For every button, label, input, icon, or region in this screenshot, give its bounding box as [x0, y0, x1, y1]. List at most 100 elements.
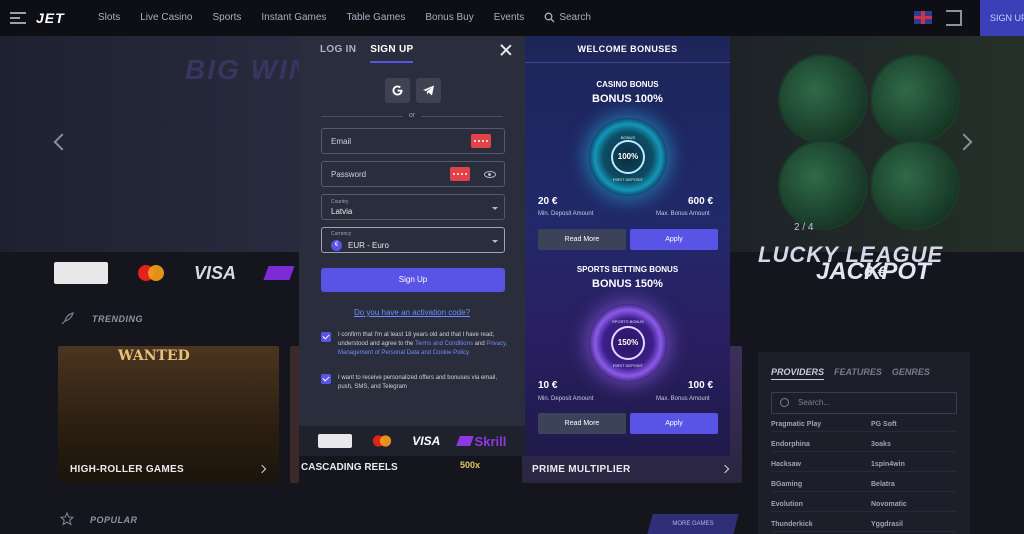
sports-apply-button[interactable]: Apply — [630, 413, 718, 434]
country-select[interactable]: Country Latvia — [321, 194, 505, 220]
nav-item-bonus-buy[interactable]: Bonus Buy — [425, 12, 473, 23]
nav-search-label: Search — [559, 12, 591, 23]
provider-item[interactable]: Novomatic — [871, 498, 957, 512]
provider-item[interactable]: Yggdrasil — [871, 518, 957, 532]
payment-logo — [54, 262, 108, 284]
visa-logo: VISA — [412, 434, 441, 448]
providers-search-input[interactable]: Search... — [771, 392, 957, 414]
site-logo[interactable]: JET — [36, 10, 65, 26]
nav-item-events[interactable]: Events — [494, 12, 525, 23]
hero-prev-arrow-icon[interactable] — [53, 133, 71, 151]
auth-tabs: LOG IN SIGN UP — [320, 44, 414, 63]
provider-item[interactable]: Endorphina — [771, 438, 871, 452]
casino-bonus-headline: BONUS 100% — [592, 93, 663, 105]
more-games-label: MORE GAMES — [672, 521, 714, 527]
more-games-button[interactable]: MORE GAMES — [647, 514, 739, 534]
header-signup-button[interactable]: SIGN UP — [980, 0, 1024, 36]
provider-item[interactable]: Belatra — [871, 478, 957, 492]
password-manager-icon[interactable] — [450, 167, 470, 181]
top-navigation: JET Slots Live Casino Sports Instant Gam… — [0, 0, 1024, 36]
currency-select[interactable]: Currency € EUR - Euro — [321, 227, 505, 253]
eye-icon[interactable] — [484, 171, 496, 178]
menu-icon[interactable] — [10, 12, 26, 24]
tab-providers[interactable]: PROVIDERS — [771, 367, 824, 377]
euro-icon: € — [331, 240, 342, 251]
nav-item-live-casino[interactable]: Live Casino — [140, 12, 192, 23]
google-login-button[interactable] — [385, 78, 410, 103]
chevron-down-icon — [492, 207, 498, 210]
provider-item[interactable]: Thunderkick — [771, 518, 871, 532]
providers-tabs: PROVIDERS FEATURES GENRES — [771, 367, 930, 377]
tab-signup[interactable]: SIGN UP — [370, 44, 414, 63]
provider-item[interactable]: Hacksaw — [771, 458, 871, 472]
nav-item-slots[interactable]: Slots — [98, 12, 120, 23]
game-card-label: CASCADING REELS — [301, 462, 398, 473]
skrill-icon — [455, 436, 474, 446]
email-placeholder: Email — [331, 137, 352, 146]
telegram-login-button[interactable] — [416, 78, 441, 103]
language-flag-icon[interactable] — [914, 11, 932, 24]
age-terms-text: I confirm that I'm at least 18 years old… — [338, 331, 508, 358]
casino-max-bonus-value: 600 € — [688, 196, 714, 207]
sports-max-bonus-value: 100 € — [688, 380, 714, 391]
sports-bonus-title: SPORTS BETTING BONUS — [576, 265, 679, 274]
section-title-trending: TRENDING — [92, 314, 143, 324]
hero-slide-counter: 2 / 4 — [794, 222, 814, 233]
search-icon — [544, 12, 555, 23]
provider-item[interactable]: BGaming — [771, 478, 871, 492]
game-card-art-text: 500x — [460, 460, 481, 470]
payment-methods-row: VISA — [54, 262, 295, 284]
star-icon — [60, 512, 74, 526]
game-card-cascading-reels-edge[interactable] — [290, 346, 299, 483]
age-terms-checkbox[interactable] — [321, 332, 331, 342]
sports-bonus-wheel-value: 150% — [611, 326, 645, 360]
providers-panel: PROVIDERS FEATURES GENRES Search... Prag… — [758, 352, 970, 534]
nav-item-sports[interactable]: Sports — [213, 12, 242, 23]
telegram-icon — [423, 85, 434, 96]
currency-label: Currency — [331, 231, 352, 237]
close-icon[interactable] — [500, 44, 512, 56]
terms-link[interactable]: Terms and Conditions — [415, 341, 473, 347]
signup-form-panel: LOG IN SIGN UP or Email Password Country… — [299, 36, 525, 456]
clover-illustration — [770, 44, 970, 234]
email-field[interactable]: Email — [321, 128, 505, 154]
modal-payment-footer: VISA Skrill — [299, 426, 525, 456]
sports-min-deposit-value: 10 € — [538, 380, 558, 391]
payment-logo — [317, 434, 352, 448]
provider-item[interactable]: 1spin4win — [871, 458, 957, 472]
mastercard-icon — [372, 435, 392, 447]
country-label: Country — [331, 199, 349, 205]
game-card-label: HIGH-ROLLER GAMES — [70, 464, 184, 475]
sports-read-more-button[interactable]: Read More — [538, 413, 626, 434]
provider-item[interactable]: PG Soft — [871, 418, 957, 432]
providers-list: Pragmatic Play PG Soft Endorphina 3oaks … — [771, 418, 957, 532]
activation-code-link[interactable]: Do you have an activation code? — [299, 308, 525, 317]
provider-item[interactable]: 3oaks — [871, 438, 957, 452]
casino-apply-button[interactable]: Apply — [630, 229, 718, 250]
login-icon[interactable] — [946, 10, 962, 26]
game-card-high-roller[interactable]: WANTED HIGH-ROLLER GAMES — [58, 346, 279, 483]
provider-item[interactable]: Evolution — [771, 498, 871, 512]
sports-max-bonus-label: Max. Bonus Amount — [656, 396, 710, 402]
consent-text: and — [472, 341, 487, 347]
visa-logo: VISA — [194, 262, 237, 283]
section-title-popular: POPULAR — [90, 515, 138, 525]
nav-item-table-games[interactable]: Table Games — [346, 12, 405, 23]
welcome-bonuses-title: WELCOME BONUSES — [577, 44, 678, 54]
nav-item-instant-games[interactable]: Instant Games — [261, 12, 326, 23]
tab-genres[interactable]: GENRES — [892, 367, 930, 377]
casino-read-more-button[interactable]: Read More — [538, 229, 626, 250]
password-manager-icon[interactable] — [471, 134, 491, 148]
skrill-icon — [263, 266, 295, 280]
tab-features[interactable]: FEATURES — [834, 367, 882, 377]
password-field[interactable]: Password — [321, 161, 505, 187]
chevron-down-icon — [492, 240, 498, 243]
google-icon — [392, 85, 403, 96]
tab-login[interactable]: LOG IN — [320, 44, 356, 63]
jackpot-value: 0 € — [864, 264, 887, 281]
signup-button[interactable]: Sign Up — [321, 268, 505, 292]
sports-bonus-wheel-bottom: FIRST DEPOSIT — [612, 363, 644, 368]
marketing-consent-checkbox[interactable] — [321, 374, 331, 384]
provider-item[interactable]: Pragmatic Play — [771, 418, 871, 432]
nav-search[interactable]: Search — [544, 12, 591, 23]
